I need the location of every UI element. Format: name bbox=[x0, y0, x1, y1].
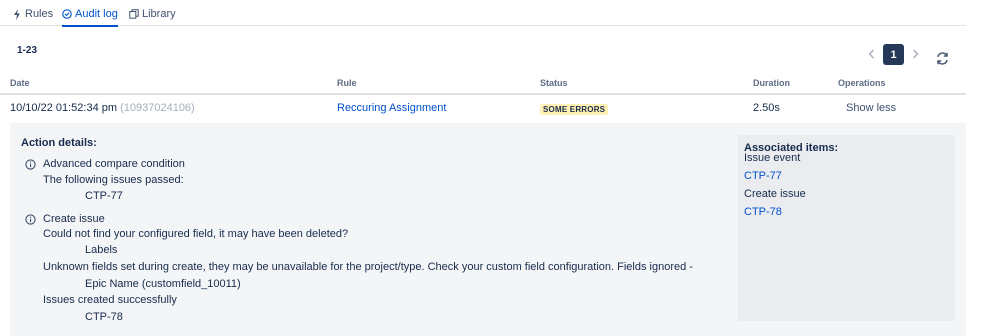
tab-library[interactable]: Library bbox=[129, 8, 176, 26]
tab-label: Library bbox=[142, 8, 176, 20]
column-header-status[interactable]: Status bbox=[540, 78, 568, 88]
row-execution-id: (10937024106) bbox=[120, 102, 195, 114]
associated-items-box: Associated items: Issue event CTP-77 Cre… bbox=[738, 135, 955, 321]
action-message: Issues created successfully bbox=[43, 294, 177, 306]
associated-item-link[interactable]: CTP-78 bbox=[744, 206, 782, 218]
tab-rules[interactable]: Rules bbox=[12, 8, 53, 26]
lightning-icon bbox=[12, 8, 22, 20]
row-rule-link[interactable]: Reccuring Assignment bbox=[337, 102, 446, 114]
tab-label: Audit log bbox=[75, 8, 118, 20]
action-name: Advanced compare condition bbox=[43, 158, 185, 170]
row-date-value: 10/10/22 01:52:34 pm bbox=[10, 102, 118, 114]
check-circle-icon bbox=[62, 8, 72, 20]
associated-item-label: Create issue bbox=[744, 188, 806, 200]
action-details-title: Action details: bbox=[21, 137, 97, 149]
column-header-date[interactable]: Date bbox=[10, 78, 30, 88]
info-icon bbox=[25, 159, 36, 170]
tab-bar: Rules Audit log Library bbox=[0, 0, 966, 27]
action-message-item: Labels bbox=[85, 244, 118, 256]
pagination-page-current[interactable]: 1 bbox=[883, 44, 904, 65]
action-message: Could not find your configured field, it… bbox=[43, 228, 349, 240]
action-message: The following issues passed: bbox=[43, 174, 184, 186]
chevron-right-icon[interactable] bbox=[909, 47, 921, 61]
row-duration: 2.50s bbox=[753, 102, 780, 114]
row-date: 10/10/22 01:52:34 pm (10937024106) bbox=[10, 102, 195, 114]
tab-audit-log[interactable]: Audit log bbox=[62, 8, 118, 27]
show-less-button[interactable]: Show less bbox=[846, 102, 896, 114]
status-badge: SOME ERRORS bbox=[540, 104, 609, 115]
action-message-item: CTP-77 bbox=[85, 190, 123, 202]
action-message-item: Epic Name (customfield_10011) bbox=[85, 278, 241, 290]
associated-item-label: Issue event bbox=[744, 152, 801, 164]
action-name: Create issue bbox=[43, 213, 105, 225]
action-message: Unknown fields set during create, they m… bbox=[43, 261, 693, 273]
column-header-duration[interactable]: Duration bbox=[753, 78, 790, 88]
action-message-item: CTP-78 bbox=[85, 311, 123, 323]
refresh-icon[interactable] bbox=[935, 51, 950, 66]
table-header: Date Rule Status Duration Operations bbox=[0, 74, 966, 95]
tab-label: Rules bbox=[25, 8, 54, 20]
column-header-operations: Operations bbox=[838, 78, 886, 88]
associated-item-link[interactable]: CTP-77 bbox=[744, 170, 782, 182]
column-header-rule[interactable]: Rule bbox=[337, 78, 357, 88]
info-icon bbox=[25, 214, 36, 225]
action-details-panel: Action details: Advanced compare conditi… bbox=[10, 123, 966, 336]
results-count: 1-23 bbox=[17, 45, 38, 56]
table-row: 10/10/22 01:52:34 pm (10937024106) Reccu… bbox=[0, 96, 966, 122]
chevron-left-icon[interactable] bbox=[866, 47, 878, 61]
copy-icon bbox=[129, 8, 139, 20]
